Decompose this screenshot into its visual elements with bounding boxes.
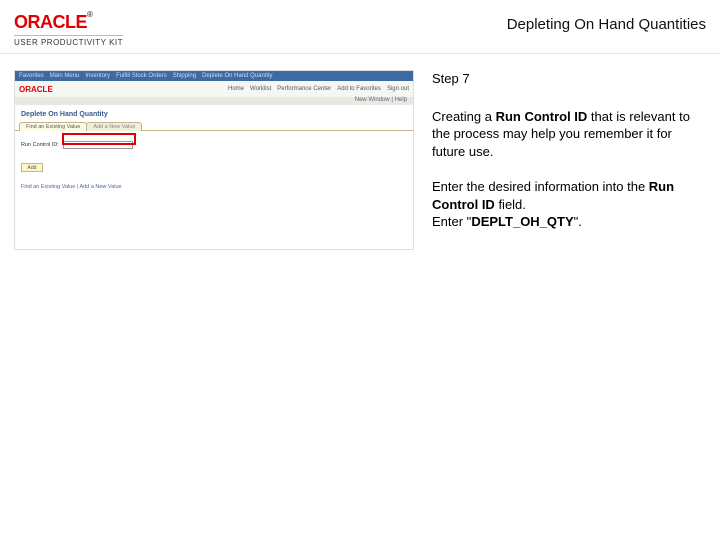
add-button[interactable]: Add	[21, 163, 43, 172]
run-control-id-input[interactable]	[63, 141, 133, 149]
ss-tab-existing: Find an Existing Value	[19, 122, 87, 131]
ss-crumb: Deplete On Hand Quantity	[202, 73, 272, 79]
ss-crumb: Inventory	[85, 73, 110, 79]
instruction-panel: Step 7 Creating a Run Control ID that is…	[432, 70, 706, 250]
page-title: Depleting On Hand Quantities	[507, 12, 706, 33]
instruction-para-2: Enter the desired information into the R…	[432, 178, 706, 231]
bold-text: Run Control ID	[496, 109, 588, 124]
step-label: Step 7	[432, 70, 706, 88]
ss-field-label: Run Control ID:	[21, 142, 59, 148]
oracle-logo: ORACLE®	[14, 12, 123, 33]
brand-block: ORACLE® USER PRODUCTIVITY KIT	[14, 12, 123, 47]
ss-oracle-logo: ORACLE	[19, 85, 53, 94]
ss-crumb: Fulfill Stock Orders	[116, 73, 167, 79]
ss-tab-new: Add a New Value	[86, 122, 142, 131]
ss-header-links: Home Worklist Performance Center Add to …	[228, 86, 409, 92]
text: Enter "	[432, 214, 471, 229]
ss-link: Performance Center	[277, 86, 331, 92]
text: Creating a	[432, 109, 496, 124]
ss-link: Sign out	[387, 86, 409, 92]
ss-crumb: Shipping	[173, 73, 196, 79]
ss-field-row: Run Control ID:	[15, 131, 413, 155]
trademark-icon: ®	[87, 10, 92, 19]
ss-breadcrumb-bar: Favorites Main Menu Inventory Fulfill St…	[15, 71, 413, 81]
ss-footer-links: Find an Existing Value | Add a New Value	[15, 180, 413, 194]
ss-brand-row: ORACLE Home Worklist Performance Center …	[15, 81, 413, 97]
ss-crumb: Main Menu	[50, 73, 80, 79]
brand-subtitle: USER PRODUCTIVITY KIT	[14, 35, 123, 47]
brand-main: ORACLE	[14, 12, 87, 32]
embedded-screenshot: Favorites Main Menu Inventory Fulfill St…	[14, 70, 414, 250]
ss-link: Add to Favorites	[337, 86, 381, 92]
text: Enter the desired information into the	[432, 179, 649, 194]
ss-subbar: New Window | Help	[15, 97, 413, 105]
ss-link: Worklist	[250, 86, 271, 92]
ss-link: Home	[228, 86, 244, 92]
instruction-para-1: Creating a Run Control ID that is releva…	[432, 108, 706, 161]
ss-page-heading: Deplete On Hand Quantity	[15, 105, 413, 122]
content-area: Favorites Main Menu Inventory Fulfill St…	[0, 54, 720, 266]
text: field.	[495, 197, 526, 212]
page-header: ORACLE® USER PRODUCTIVITY KIT Depleting …	[0, 0, 720, 54]
bold-text: DEPLT_OH_QTY	[471, 214, 573, 229]
ss-crumb: Favorites	[19, 73, 44, 79]
text: ".	[574, 214, 582, 229]
